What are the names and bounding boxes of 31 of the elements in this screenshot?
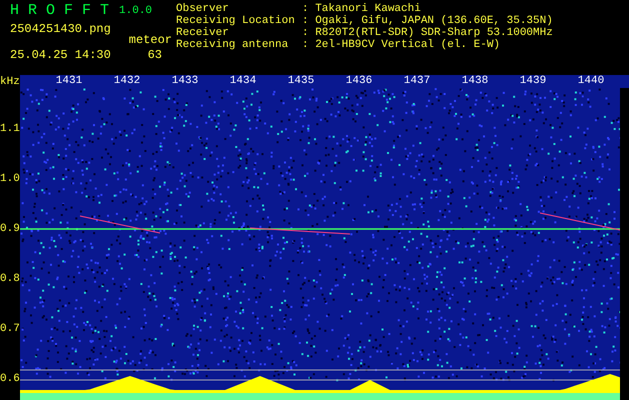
x-tick-label: 1434: [228, 75, 258, 88]
info-label: Receiver: [176, 27, 230, 39]
y-tick-label: 0.6: [0, 373, 20, 386]
x-tick-label: 1436: [344, 75, 374, 88]
x-tick-label: 1438: [460, 75, 490, 88]
file-name: 2504251430.png: [10, 23, 111, 36]
info-label: Observer: [176, 3, 230, 15]
app-version: 1.0.0: [119, 4, 152, 18]
y-tick-label: 1.0: [0, 173, 20, 186]
axis-unit: kHz: [0, 76, 20, 88]
info-label: Receiving antenna: [176, 39, 290, 51]
info-value: : Takanori Kawachi: [302, 3, 421, 15]
x-tick-label: 1439: [518, 75, 548, 88]
info-value: : Ogaki, Gifu, JAPAN (136.60E, 35.35N): [302, 15, 553, 27]
y-tick-label: 0.7: [0, 323, 20, 336]
info-value: : R820T2(RTL-SDR) SDR-Sharp 53.1000MHz: [302, 27, 553, 39]
info-label: Receiving Location: [176, 15, 296, 27]
x-tick-label: 1433: [170, 75, 200, 88]
x-tick-label: 1432: [112, 75, 142, 88]
detection-count: 63: [148, 49, 163, 62]
y-tick-label: 0.9: [0, 223, 20, 236]
y-tick-label: 1.1: [0, 123, 20, 136]
app-name: H R O F F T: [10, 3, 110, 19]
x-tick-label: 1437: [402, 75, 432, 88]
detection-label: meteor: [128, 34, 172, 47]
y-tick-label: 0.8: [0, 273, 20, 286]
x-tick-label: 1440: [576, 75, 606, 88]
date-time: 25.04.25 14:30: [10, 49, 111, 62]
info-value: : 2el-HB9CV Vertical (el. E-W): [302, 39, 500, 51]
x-tick-label: 1431: [54, 75, 84, 88]
x-tick-label: 1435: [286, 75, 316, 88]
